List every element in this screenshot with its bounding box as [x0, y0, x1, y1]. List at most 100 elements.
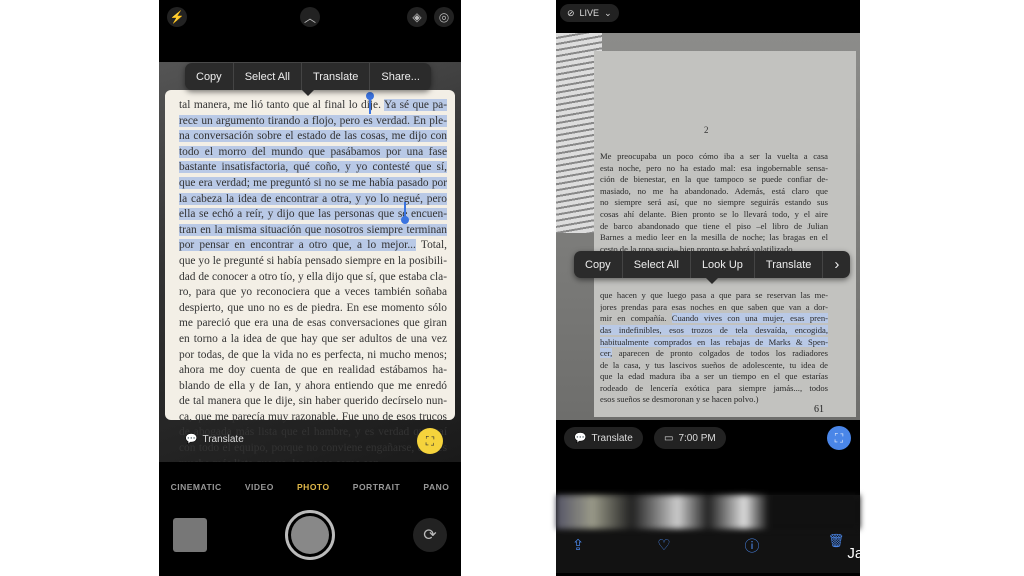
live-text-scan-icon[interactable]: ⛶: [417, 428, 443, 454]
live-toggle[interactable]: ⊘ LIVE ⌄: [560, 4, 619, 22]
text-line: por pensar en encontrar a otro que, a lo…: [179, 238, 447, 254]
text-line: esta noche, pero no ha estado mal: esa i…: [600, 163, 828, 175]
text-segment: Total,: [415, 239, 447, 252]
translate-button[interactable]: 💬 Translate: [175, 428, 254, 450]
selected-text: la cabeza la idea de encontrar a otra, y…: [179, 192, 447, 205]
text-segment: despierto, que uno no es de piedra. En e…: [179, 301, 447, 314]
chevron-up-icon[interactable]: ︿: [300, 7, 320, 27]
menu-item-copy[interactable]: Copy: [574, 251, 623, 278]
selected-text: bastante insatisfactoria, qué coño, y yo…: [179, 161, 447, 174]
text-line: jores prendas para esas noches en que sa…: [600, 302, 828, 314]
text-line: la cabeza la idea de encontrar a otra, y…: [179, 192, 447, 208]
text-line: ción de bienestar, en la que tampoco se …: [600, 174, 828, 186]
text-segment: que yo le pregunté si había pensado siem…: [179, 254, 447, 267]
selected-text: na conversación sobre el estado de las c…: [179, 130, 447, 143]
text-line: tal manera, me lió tanto que al final lo…: [179, 98, 447, 114]
text-line: que hacen y que luego pasa a que para se…: [600, 290, 828, 302]
selected-text: que era verdad; me preguntó si no se me …: [179, 176, 447, 189]
selected-text: habitualmente comprados en las rebajas d…: [600, 336, 828, 347]
translate-button[interactable]: 💬 Translate: [564, 427, 643, 449]
selected-text: por pensar en encontrar a otro que, a lo…: [179, 239, 416, 252]
photo-credit: Jam Kotenko/SlashGear: [847, 545, 1010, 562]
text-line: todo el morro del mundo que pasábamos po…: [179, 145, 447, 161]
selection-end-handle[interactable]: [401, 202, 409, 224]
text-line: de tal manera que le dije, sin haber que…: [179, 394, 447, 410]
text-line: ca, que me parecía muy razonable. Fue un…: [179, 410, 447, 426]
text-segment: jores prendas para esas noches en que sa…: [600, 301, 828, 312]
translate-icon: 💬: [185, 433, 198, 445]
text-segment: tal manera, me lió tanto que al final lo…: [179, 99, 384, 111]
mode-video[interactable]: VIDEO: [245, 482, 274, 492]
menu-item-translate[interactable]: Translate: [755, 251, 824, 278]
text-segment: aparecen de pronto colgados de todos los…: [612, 348, 828, 359]
live-off-icon: ⊘: [567, 7, 575, 18]
text-segment: por todas, de que la vida no es perfecta…: [179, 348, 447, 361]
selected-text: todo el morro del mundo que pasábamos po…: [179, 145, 447, 158]
text-line: masiado, no me ha abandonado. Además, es…: [600, 186, 828, 198]
shutter-button[interactable]: [285, 510, 335, 560]
text-segment: de barco abandonado que tiene el piso –e…: [600, 220, 828, 231]
photo-view: 61 2 Me preocupaba un poco cómo iba a se…: [556, 33, 860, 420]
text-segment: no siempre será así, que no siempre segu…: [600, 197, 828, 208]
text-line: Barnes a medio leer en la mesilla de noc…: [600, 232, 828, 244]
last-photo-thumbnail[interactable]: [173, 518, 207, 552]
flip-camera-icon[interactable]: ⟳: [413, 518, 447, 552]
text-line: cer, aparecen de pronto colgados de todo…: [600, 348, 828, 360]
selection-start-handle[interactable]: [366, 92, 374, 114]
text-line: que era verdad; me preguntó si no se me …: [179, 176, 447, 192]
selected-text: rece un argumento tirando a flojo, pero …: [179, 114, 447, 127]
menu-item-look-up[interactable]: Look Up: [691, 251, 755, 278]
text-line: dad de conocer a otro tío, y ella dijo q…: [179, 270, 447, 286]
text-line: ro, para que yo reconociera que a veces …: [179, 285, 447, 301]
mode-photo[interactable]: PHOTO: [297, 482, 330, 492]
text-segment: Barnes a medio leer en la mesilla de noc…: [600, 232, 828, 243]
text-line: habitualmente comprados en las rebajas d…: [600, 336, 828, 349]
text-segment: mucho más lista que yo, las cosas como s…: [179, 458, 382, 462]
text-line: rece un argumento tirando a flojo, pero …: [179, 114, 447, 130]
menu-item-copy[interactable]: Copy: [185, 63, 234, 90]
mode-cinematic[interactable]: CINEMATIC: [171, 482, 222, 492]
menu-item-translate[interactable]: Translate: [302, 63, 371, 90]
live-photo-icon[interactable]: ◎: [434, 7, 454, 27]
text-line: de barco abandonado que tiene el piso –e…: [600, 221, 828, 233]
photos-screen: ⊘ LIVE ⌄ 61 2 Me preocupaba un poco cómo i…: [556, 0, 860, 576]
menu-item-select-all[interactable]: Select All: [623, 251, 691, 278]
text-segment: que la edad madura iba a ser un tiempo e…: [600, 371, 828, 382]
live-text-scan-icon[interactable]: ⛶: [827, 426, 851, 450]
text-segment: ro, para que yo reconociera que a veces …: [179, 286, 447, 299]
text-segment: en torno a la idea de que hay que ser ad…: [179, 332, 447, 345]
translate-icon: 💬: [574, 432, 587, 444]
text-segment: de tal manera que le dije, sin haber que…: [179, 395, 447, 408]
thumbnail-strip[interactable]: [556, 495, 860, 529]
text-segment: masiado, no me ha abandonado. Además, es…: [600, 185, 828, 196]
text-segment: ción de bienestar, en la que tampoco se …: [600, 174, 828, 185]
flash-icon[interactable]: ⚡: [167, 7, 187, 27]
text-line: cosas ahí delante. Bien pronto se lo lle…: [600, 209, 828, 221]
trash-icon[interactable]: 🗑: [826, 531, 846, 551]
camera-viewfinder: tal manera, me lió tanto que al final lo…: [159, 62, 461, 462]
text-line: esos sueños se desmoronan y se hacen pol…: [600, 394, 828, 406]
info-icon[interactable]: ⓘ: [742, 535, 762, 555]
text-line: das indefinibles, esos trozos de tela de…: [600, 324, 828, 337]
text-line: por todas, de que la vida no es perfecta…: [179, 348, 447, 364]
live-text-icon[interactable]: ◈: [407, 7, 427, 27]
menu-item-select-all[interactable]: Select All: [234, 63, 302, 90]
text-context-menu: Copy Select All Translate Share...: [185, 63, 431, 96]
text-line: de la casa, y tus lascivos sueños de ado…: [600, 360, 828, 372]
chevron-down-icon: ⌄: [604, 7, 612, 18]
menu-item-share[interactable]: Share...: [370, 63, 431, 90]
heart-icon[interactable]: ♡: [654, 535, 674, 555]
text-segment: dad de conocer a otro tío, y ella dijo q…: [179, 270, 447, 283]
text-line: Me preocupaba un poco cómo iba a ser la …: [600, 151, 828, 163]
text-line: blando de ella y de Ian, y ahora entiend…: [179, 379, 447, 395]
book-page-text[interactable]: tal manera, me lió tanto que al final lo…: [165, 90, 455, 462]
time-button[interactable]: ▭ 7:00 PM: [654, 427, 726, 449]
mode-pano[interactable]: PANO: [423, 482, 449, 492]
selected-text: Ya sé que pa-: [383, 99, 447, 111]
chevron-right-icon[interactable]: ›: [823, 251, 850, 278]
text-line: que la edad madura iba a ser un tiempo e…: [600, 371, 828, 383]
selected-text: tran en la misma situación que nosotros …: [179, 223, 447, 236]
mode-portrait[interactable]: PORTRAIT: [353, 482, 400, 492]
share-icon[interactable]: ⇪: [568, 535, 588, 555]
text-segment: que hacen y que luego pasa a que para se…: [600, 290, 828, 301]
